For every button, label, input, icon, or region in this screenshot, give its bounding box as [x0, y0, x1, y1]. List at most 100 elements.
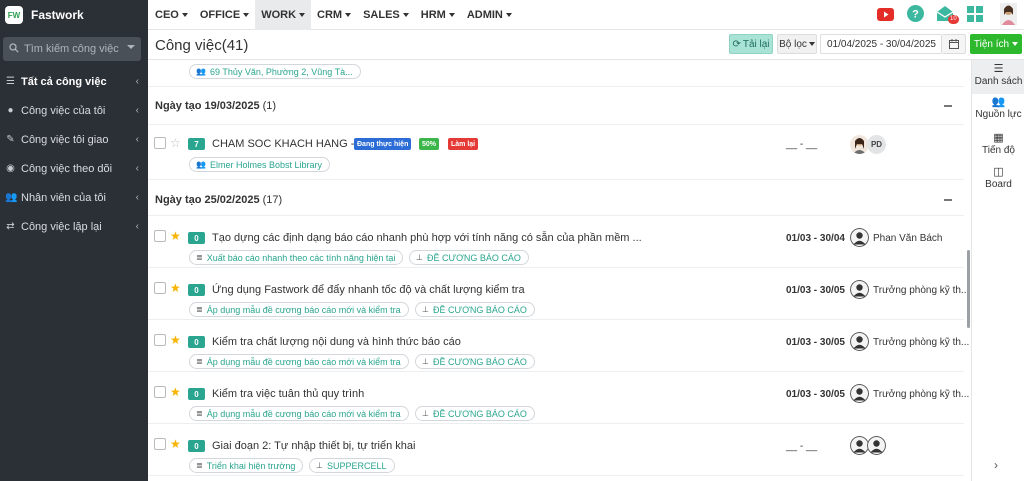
task-title[interactable]: Tạo dựng các định dạng báo cáo nhanh phù… — [212, 232, 642, 244]
users-icon: 👥 — [5, 192, 18, 203]
menu-hrm[interactable]: HRM — [415, 0, 461, 30]
date-range-input[interactable]: 01/04/2025 - 30/04/2025 — [820, 34, 942, 54]
task-row[interactable]: ★ 0 Tạo dựng các định dạng báo cáo nhanh p… — [148, 216, 964, 268]
initials: PD — [870, 140, 883, 149]
utilities-button[interactable]: Tiện ích — [970, 34, 1022, 54]
task-date: 01/03 - 30/05 — [786, 337, 845, 348]
list-icon: ≣ — [196, 357, 203, 366]
sidebar-item-followed-tasks[interactable]: ◉ Công việc theo dõi ‹ — [0, 154, 148, 183]
task-row[interactable]: ★ 0 Kiểm tra việc tuân thủ quy trình 01/03 … — [148, 372, 969, 424]
reload-button[interactable]: ⟳ Tải lại — [729, 34, 773, 54]
star-icon[interactable]: ★ — [170, 334, 181, 346]
chevron-left-icon: ‹ — [135, 134, 139, 145]
task-checkbox[interactable] — [154, 334, 166, 346]
parent-task-pill[interactable]: ≣ Xuất báo cáo nhanh theo các tính năng h… — [189, 250, 404, 265]
table-icon: ▦ — [993, 132, 1004, 144]
sidebar-item-label: Công việc theo dõi — [21, 162, 113, 175]
star-icon[interactable]: ★ — [170, 438, 181, 450]
help-icon[interactable]: ? — [907, 5, 924, 25]
view-board[interactable]: ◫ Board — [972, 166, 1024, 196]
youtube-icon[interactable] — [877, 8, 894, 24]
task-title[interactable]: Ứng dụng Fastwork để đẩy nhanh tốc độ và… — [212, 284, 525, 296]
chevron-right-icon[interactable]: › — [994, 458, 998, 472]
apps-grid-icon[interactable] — [967, 6, 983, 25]
sidebar-item-my-tasks[interactable]: ● Công việc của tôi ‹ — [0, 96, 148, 125]
parent-task-pill[interactable]: ≣ Triển khai hiện trường — [189, 458, 304, 473]
menu-admin[interactable]: ADMIN — [461, 0, 518, 30]
sitemap-icon: ⊥ — [316, 461, 323, 470]
caret-down-icon — [505, 12, 512, 17]
task-row[interactable]: ★ 0 Kiểm tra chất lượng nội dung và hình t… — [148, 320, 969, 372]
star-icon[interactable]: ★ — [170, 282, 181, 294]
eye-icon: ◉ — [6, 163, 15, 174]
task-row[interactable]: ☆ 7 CHAM SOC KHACH HANG - YEN Đang thực … — [148, 125, 964, 180]
star-outline-icon[interactable]: ☆ — [170, 137, 181, 149]
chevron-down-icon[interactable] — [127, 45, 135, 49]
view-progress[interactable]: ▦ Tiến độ — [972, 132, 1024, 162]
parent-task-pill[interactable]: ≣ Áp dụng mẫu đề cương báo cáo mới và kiể… — [189, 354, 409, 369]
collapse-icon[interactable] — [944, 105, 952, 107]
task-checkbox[interactable] — [154, 282, 166, 294]
menu-ceo[interactable]: CEO — [149, 0, 194, 30]
comment-count: 0 — [188, 440, 205, 452]
redo-badge: Làm lại — [448, 138, 479, 150]
task-title[interactable]: Giai đoạn 2: Tự nhập thiết bị, tự triển … — [212, 440, 415, 452]
caret-down-icon — [181, 12, 188, 17]
pill-label: ĐỀ CƯƠNG BÁO CÁO — [432, 356, 527, 367]
task-row[interactable]: ★ 0 Giai đoạn 2: Tự nhập thiết bị, tự triể… — [148, 424, 964, 476]
task-checkbox[interactable] — [154, 438, 166, 450]
user-avatar[interactable] — [1000, 3, 1017, 28]
search-placeholder: Tìm kiếm công việc — [24, 43, 119, 55]
svg-text:?: ? — [912, 9, 919, 21]
view-list[interactable]: ☰ Danh sách — [972, 60, 1024, 94]
task-title[interactable]: Kiểm tra chất lượng nội dung và hình thứ… — [212, 336, 461, 348]
sidebar-item-my-staff[interactable]: 👥 Nhân viên của tôi ‹ — [0, 183, 148, 212]
menu-crm[interactable]: CRM — [311, 0, 357, 30]
collapse-icon[interactable] — [944, 199, 952, 201]
project-pill[interactable]: ⊥ ĐỀ CƯƠNG BÁO CÁO — [415, 354, 535, 369]
task-checkbox[interactable] — [154, 230, 166, 242]
task-checkbox[interactable] — [154, 137, 166, 149]
menu-office[interactable]: OFFICE — [194, 0, 255, 30]
menu-work[interactable]: WORK — [255, 0, 312, 30]
menu-sales[interactable]: SALES — [357, 0, 415, 30]
date-range-value: 01/04/2025 - 30/04/2025 — [827, 38, 936, 50]
parent-task-pill[interactable]: ≣ Áp dụng mẫu đề cương báo cáo mới và kiể… — [189, 406, 409, 421]
sidebar-item-all-tasks[interactable]: ☰ Tất cả công việc ‹ — [0, 67, 148, 96]
project-pill[interactable]: ⊥ ĐỀ CƯƠNG BÁO CÁO — [415, 406, 535, 421]
parent-task-pill[interactable]: ≣ Áp dụng mẫu đề cương báo cáo mới và kiể… — [189, 302, 409, 317]
sidebar-item-recurring-tasks[interactable]: ⇄ Công việc lặp lại ‹ — [0, 212, 148, 241]
group-label: Ngày tạo 25/02/2025 — [155, 194, 260, 206]
calendar-button[interactable] — [942, 34, 966, 54]
location-pill[interactable]: 👥 69 Thủy Văn, Phường 2, Vũng Tà... — [189, 64, 361, 79]
sidebar-item-label: Công việc lặp lại — [21, 220, 102, 233]
scrollbar-thumb[interactable] — [967, 250, 970, 328]
task-checkbox[interactable] — [154, 386, 166, 398]
project-pill[interactable]: ⊥ SUPPERCELL — [309, 458, 395, 473]
sidebar-item-assigned-tasks[interactable]: ✎ Công việc tôi giao ‹ — [0, 125, 148, 154]
project-pill[interactable]: ⊥ ĐỀ CƯƠNG BÁO CÁO — [409, 250, 529, 265]
pill-label: 69 Thủy Văn, Phường 2, Vũng Tà... — [209, 66, 353, 77]
task-title[interactable]: Kiểm tra việc tuân thủ quy trình — [212, 388, 364, 400]
user-icon: ● — [7, 105, 14, 116]
view-resources[interactable]: 👥 Nguồn lực — [972, 96, 1024, 126]
filter-button[interactable]: Bộ lọc — [777, 34, 817, 54]
task-row[interactable]: 👥 69 Thủy Văn, Phường 2, Vũng Tà... — [148, 60, 964, 87]
group-title: Ngày tạo 19/03/2025 (1) — [155, 100, 276, 112]
location-pill[interactable]: 👥 Elmer Holmes Bobst Library — [189, 157, 331, 172]
group-header[interactable]: Ngày tạo 19/03/2025 (1) — [148, 87, 964, 125]
sidebar-item-label: Công việc tôi giao — [21, 133, 109, 146]
task-row[interactable]: ★ 0 Ứng dụng Fastwork để đẩy nhanh tốc độ … — [148, 268, 969, 320]
group-count: (1) — [262, 100, 277, 112]
brand[interactable]: FW Fastwork — [0, 0, 148, 30]
search-input[interactable]: Tìm kiếm công việc — [3, 37, 141, 61]
progress-badge: 50% — [419, 138, 440, 150]
list-icon: ≣ — [196, 253, 203, 262]
menu-label: SALES — [363, 8, 400, 21]
group-header[interactable]: Ngày tạo 25/02/2025 (17) — [148, 180, 964, 216]
star-icon[interactable]: ★ — [170, 230, 181, 242]
star-icon[interactable]: ★ — [170, 386, 181, 398]
project-pill[interactable]: ⊥ ĐỀ CƯƠNG BÁO CÁO — [415, 302, 535, 317]
comment-count: 7 — [188, 138, 205, 150]
reload-label: Tải lại — [742, 38, 770, 50]
